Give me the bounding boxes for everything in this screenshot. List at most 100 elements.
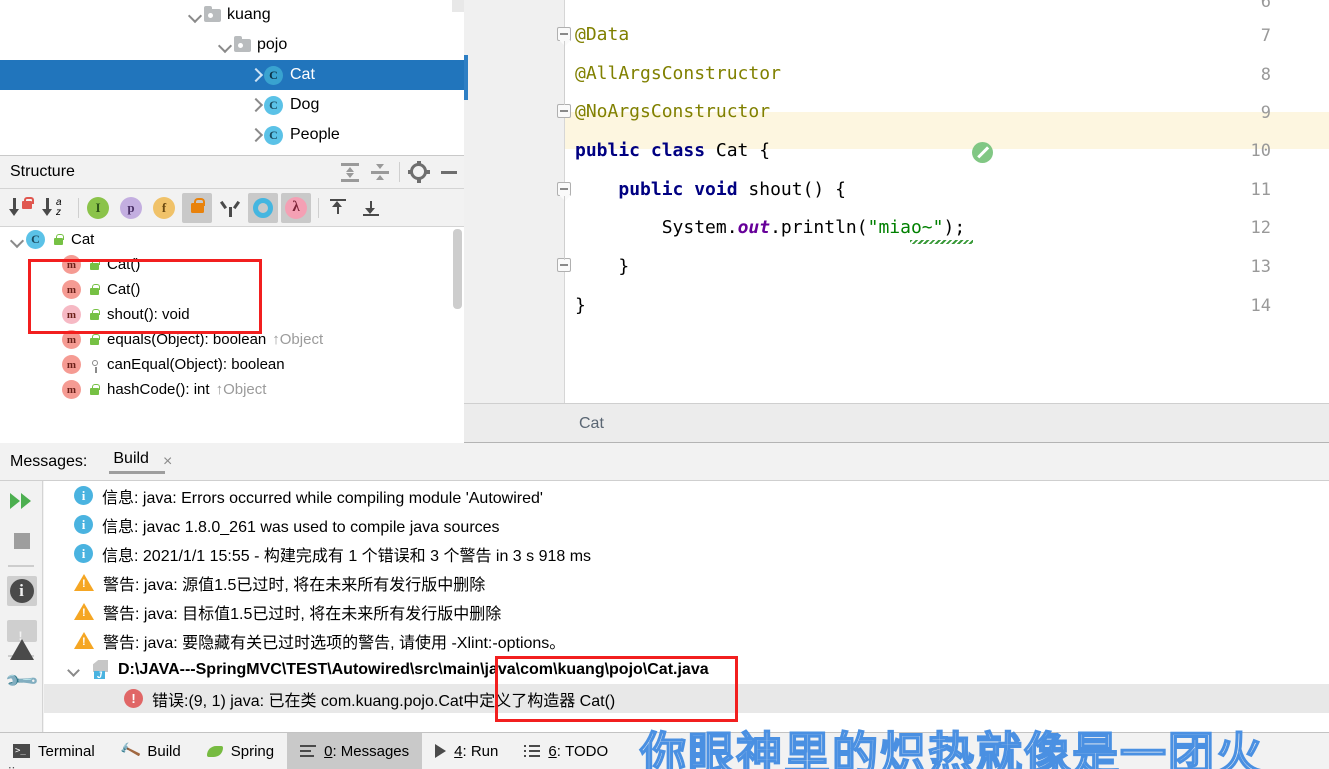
message-row[interactable]: i 信息: javac 1.8.0_261 was used to compil… [44, 510, 1329, 539]
method-icon: m [62, 330, 81, 349]
class-icon: C [264, 65, 283, 85]
message-row[interactable]: 警告: java: 源值1.5已过时, 将在未来所有发行版中删除 [44, 568, 1329, 597]
show-inherited-icon[interactable]: I [83, 193, 113, 223]
status-tab-label: : [462, 742, 471, 760]
project-tree-row-kuang[interactable]: kuang [0, 0, 464, 30]
status-tab-build[interactable]: 🔨 Build [108, 733, 194, 769]
visibility-public-icon [87, 283, 102, 297]
message-file-path: D:\JAVA---SpringMVC\TEST\Autowired\src\m… [118, 660, 709, 678]
toolbar-divider [318, 197, 319, 218]
settings-wrench-icon[interactable]: 🔧 [0, 661, 43, 701]
class-icon: C [26, 230, 45, 249]
tab-build[interactable]: Build [109, 450, 165, 474]
collapse-all-icon[interactable] [369, 162, 391, 182]
code-text-area[interactable]: @Data @AllArgsConstructor @NoArgsConstru… [565, 0, 1329, 403]
code-editor[interactable]: 6 7 8 9 10 11 12 13 14 @Data @AllArgsCon… [464, 0, 1329, 403]
chevron-down-icon[interactable] [186, 6, 204, 24]
chevron-right-icon[interactable] [246, 126, 264, 144]
override-marker: ↑Object [215, 381, 267, 398]
status-tab-label: Terminal [38, 742, 95, 760]
structure-row-canequal[interactable]: m canEqual(Object): boolean [0, 352, 464, 377]
show-lambdas-icon[interactable]: λ [281, 192, 311, 223]
chevron-down-icon[interactable] [216, 36, 234, 54]
messages-label: Messages: [10, 453, 88, 470]
structure-row-constructor-1[interactable]: m Cat() [0, 252, 464, 277]
status-tab-label: Build [147, 742, 181, 760]
folder-icon [234, 35, 251, 52]
message-row[interactable]: i 信息: 2021/1/1 15:55 - 构建完成有 1 个错误和 3 个警… [44, 539, 1329, 568]
rerun-icon[interactable] [0, 481, 43, 521]
show-fields-icon[interactable]: f [149, 193, 179, 223]
close-icon[interactable]: × [163, 453, 172, 471]
structure-row-label: hashCode(): int [107, 381, 210, 398]
terminal-icon: >_ [13, 744, 30, 758]
gear-icon[interactable] [404, 159, 434, 185]
status-tab-terminal[interactable]: >_ Terminal [0, 733, 108, 769]
structure-tree[interactable]: C Cat m Cat() m Cat() m shout(): void m [0, 227, 464, 443]
project-tree-label: Cat [290, 66, 315, 83]
structure-toolbar: az I p f λ [0, 189, 464, 227]
structure-row-hashcode[interactable]: m hashCode(): int ↑Object [0, 377, 464, 402]
structure-scrollbar[interactable] [453, 229, 462, 309]
expand-all-icon[interactable] [339, 162, 361, 182]
status-tab-todo[interactable]: 6 : TODO [511, 733, 621, 769]
structure-row-constructor-2[interactable]: m Cat() [0, 277, 464, 302]
caret-position: :: [8, 762, 15, 769]
leaf-icon [206, 745, 223, 757]
status-tab-run[interactable]: 4 : Run [422, 733, 511, 769]
override-marker: ↑Object [272, 331, 324, 348]
code-line: System.out.println("miao~"); [575, 217, 966, 238]
message-row[interactable]: i 信息: java: Errors occurred while compil… [44, 481, 1329, 510]
warning-icon [74, 574, 94, 591]
structure-row-label: Cat() [107, 281, 141, 298]
info-icon: i [74, 515, 93, 534]
message-row[interactable]: 警告: java: 要隐藏有关已过时选项的警告, 请使用 -Xlint:-opt… [44, 626, 1329, 655]
project-tree-scrollbar[interactable] [452, 0, 464, 12]
project-tree-row-dog[interactable]: C Dog [0, 90, 464, 120]
breadcrumb[interactable]: Cat [579, 415, 604, 433]
structure-row-shout[interactable]: m shout(): void [0, 302, 464, 327]
message-file-row[interactable]: J D:\JAVA---SpringMVC\TEST\Autowired\src… [44, 655, 1329, 684]
hide-panel-icon[interactable] [434, 159, 464, 185]
method-icon: m [62, 380, 81, 399]
message-row[interactable]: 警告: java: 目标值1.5已过时, 将在未来所有发行版中删除 [44, 597, 1329, 626]
chevron-right-icon[interactable] [246, 96, 264, 114]
chevron-right-icon[interactable] [246, 66, 264, 84]
stop-icon[interactable] [0, 521, 43, 561]
play-icon [435, 744, 447, 758]
show-info-icon[interactable]: i [0, 571, 43, 611]
message-text: 信息: javac 1.8.0_261 was used to compile … [102, 518, 500, 536]
message-text: 警告: java: 源值1.5已过时, 将在未来所有发行版中删除 [103, 576, 486, 594]
status-tab-spring[interactable]: Spring [194, 733, 287, 769]
collapse-all-arrow-icon[interactable] [356, 193, 386, 223]
structure-row-label: equals(Object): boolean [107, 331, 267, 348]
structure-row-equals[interactable]: m equals(Object): boolean ↑Object [0, 327, 464, 352]
project-tree-row-cat[interactable]: C Cat [0, 60, 464, 90]
structure-row-label: shout(): void [107, 306, 190, 323]
status-tab-messages[interactable]: 0 : Messages [287, 732, 423, 769]
sidebar-divider [8, 565, 34, 567]
show-non-public-icon[interactable] [182, 192, 212, 223]
sort-by-visibility-icon[interactable] [8, 193, 38, 223]
messages-list[interactable]: i 信息: java: Errors occurred while compil… [44, 481, 1329, 732]
show-warnings-icon[interactable] [0, 611, 43, 660]
status-tab-label: Run [470, 742, 499, 760]
sort-alphabetically-icon[interactable]: az [41, 193, 71, 223]
expand-all-arrow-icon[interactable] [323, 193, 353, 223]
project-tree-panel[interactable]: kuang pojo C Cat C Dog C People [0, 0, 464, 155]
chevron-down-icon[interactable] [8, 231, 26, 249]
code-line: @NoArgsConstructor [575, 101, 771, 122]
folder-icon [204, 5, 221, 22]
project-tree-row-pojo[interactable]: pojo [0, 30, 464, 60]
chevron-down-icon[interactable] [66, 662, 82, 678]
editor-left-stub [0, 403, 50, 413]
project-tree-row-people[interactable]: C People [0, 120, 464, 150]
show-anonymous-classes-icon[interactable] [215, 193, 245, 223]
message-error-row[interactable]: ! 错误:(9, 1) java: 已在类 com.kuang.pojo.Cat… [44, 684, 1329, 713]
structure-row-label: canEqual(Object): boolean [107, 356, 285, 373]
show-functional-icon[interactable] [248, 192, 278, 223]
editor-breadcrumb-bar[interactable]: Cat [464, 403, 1329, 443]
editor-gutter[interactable] [464, 0, 565, 403]
show-properties-icon[interactable]: p [116, 193, 146, 223]
structure-row-class[interactable]: C Cat [0, 227, 464, 252]
